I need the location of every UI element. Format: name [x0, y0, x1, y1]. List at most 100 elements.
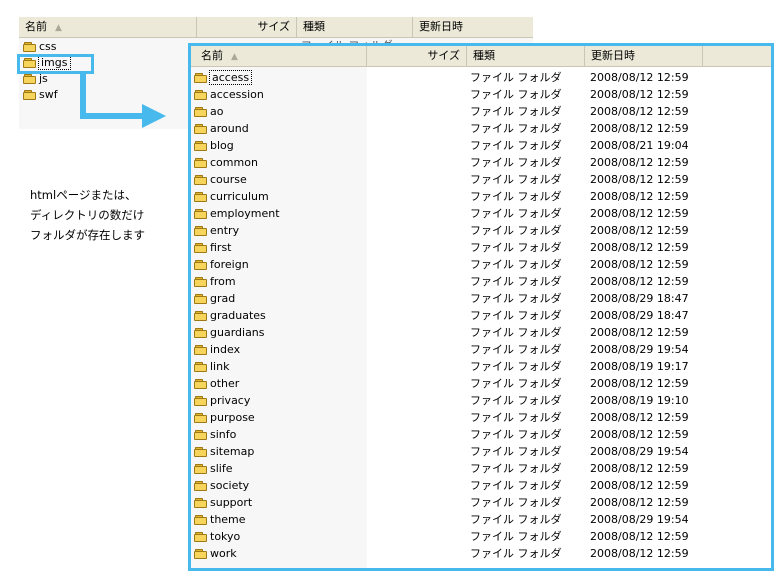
front-col-type[interactable]: 種類: [467, 46, 585, 66]
folder-date-cell: 2008/08/12 12:59: [590, 462, 689, 475]
table-row[interactable]: slife ファイル フォルダ 2008/08/12 12:59: [191, 460, 771, 477]
folder-name: entry: [210, 224, 240, 237]
folder-name: index: [210, 343, 241, 356]
folder-name: accession: [210, 88, 264, 101]
table-row[interactable]: blog ファイル フォルダ 2008/08/21 19:04: [191, 137, 771, 154]
folder-name-cell: link: [194, 358, 229, 375]
folder-name-cell: ao: [194, 103, 223, 120]
folder-date-cell: 2008/08/12 12:59: [590, 122, 689, 135]
table-row[interactable]: first ファイル フォルダ 2008/08/12 12:59: [191, 239, 771, 256]
folder-name: foreign: [210, 258, 249, 271]
folder-name-cell: society: [194, 477, 249, 494]
table-row[interactable]: link ファイル フォルダ 2008/08/19 19:17: [191, 358, 771, 375]
folder-type-cell: ファイル フォルダ: [470, 394, 562, 407]
folder-type-cell: ファイル フォルダ: [470, 309, 562, 322]
folder-type-cell: ファイル フォルダ: [470, 513, 562, 526]
folder-date-cell: 2008/08/12 12:59: [590, 207, 689, 220]
front-col-date[interactable]: 更新日時: [585, 46, 703, 66]
folder-name-cell: support: [194, 494, 252, 511]
table-row[interactable]: purpose ファイル フォルダ 2008/08/12 12:59: [191, 409, 771, 426]
folder-type-cell: ファイル フォルダ: [470, 190, 562, 203]
folder-type-cell: ファイル フォルダ: [470, 88, 562, 101]
back-col-date[interactable]: 更新日時: [413, 17, 533, 37]
folder-name-cell: slife: [194, 460, 232, 477]
table-row[interactable]: access ファイル フォルダ 2008/08/12 12:59: [191, 69, 771, 86]
folder-date-cell: 2008/08/29 19:54: [590, 513, 689, 526]
folder-name-cell: theme: [194, 511, 246, 528]
table-row[interactable]: theme ファイル フォルダ 2008/08/29 19:54: [191, 511, 771, 528]
folder-name-cell: accession: [194, 86, 264, 103]
table-row[interactable]: grad ファイル フォルダ 2008/08/29 18:47: [191, 290, 771, 307]
table-row[interactable]: employment ファイル フォルダ 2008/08/12 12:59: [191, 205, 771, 222]
table-row[interactable]: around ファイル フォルダ 2008/08/12 12:59: [191, 120, 771, 137]
folder-date-cell: 2008/08/12 12:59: [590, 224, 689, 237]
table-row[interactable]: entry ファイル フォルダ 2008/08/12 12:59: [191, 222, 771, 239]
list-item[interactable]: swf: [23, 87, 58, 103]
sort-ascending-icon: ▲: [231, 52, 238, 62]
folder-type-cell: ファイル フォルダ: [470, 428, 562, 441]
table-row[interactable]: course ファイル フォルダ 2008/08/12 12:59: [191, 171, 771, 188]
table-row[interactable]: curriculum ファイル フォルダ 2008/08/12 12:59: [191, 188, 771, 205]
folder-type-cell: ファイル フォルダ: [470, 547, 562, 560]
table-row[interactable]: graduates ファイル フォルダ 2008/08/29 18:47: [191, 307, 771, 324]
table-row[interactable]: society ファイル フォルダ 2008/08/12 12:59: [191, 477, 771, 494]
folder-name: access: [208, 70, 253, 85]
table-row[interactable]: accession ファイル フォルダ 2008/08/12 12:59: [191, 86, 771, 103]
folder-name: grad: [210, 292, 236, 305]
folder-type-cell: ファイル フォルダ: [470, 105, 562, 118]
folder-date-cell: 2008/08/12 12:59: [590, 326, 689, 339]
folder-type-cell: ファイル フォルダ: [470, 71, 562, 84]
sort-ascending-icon: ▲: [55, 23, 62, 33]
folder-name-cell: foreign: [194, 256, 249, 273]
folder-icon: [194, 175, 208, 185]
folder-icon: [194, 141, 208, 151]
table-row[interactable]: support ファイル フォルダ 2008/08/12 12:59: [191, 494, 771, 511]
folder-icon: [23, 74, 37, 84]
folder-type-cell: ファイル フォルダ: [470, 496, 562, 509]
folder-icon: [23, 42, 37, 52]
list-item[interactable]: css: [23, 39, 57, 55]
table-row[interactable]: work ファイル フォルダ 2008/08/12 12:59: [191, 545, 771, 562]
front-col-name[interactable]: 名前 ▲: [191, 46, 367, 66]
table-row[interactable]: sinfo ファイル フォルダ 2008/08/12 12:59: [191, 426, 771, 443]
table-row[interactable]: from ファイル フォルダ 2008/08/12 12:59: [191, 273, 771, 290]
folder-type-cell: ファイル フォルダ: [470, 360, 562, 373]
imgs-folder-list: 名前 ▲ サイズ 種類 更新日時 access ファイル フォルダ 2008/08/1…: [188, 43, 774, 571]
folder-type-cell: ファイル フォルダ: [470, 445, 562, 458]
table-row[interactable]: common ファイル フォルダ 2008/08/12 12:59: [191, 154, 771, 171]
folder-icon: [194, 294, 208, 304]
front-col-size[interactable]: サイズ: [367, 46, 467, 66]
folder-name: slife: [210, 462, 233, 475]
table-row[interactable]: index ファイル フォルダ 2008/08/29 19:54: [191, 341, 771, 358]
folder-name-cell: blog: [194, 137, 234, 154]
folder-date-cell: 2008/08/19 19:17: [590, 360, 689, 373]
folder-name: society: [210, 479, 250, 492]
back-col-name[interactable]: 名前 ▲: [19, 17, 197, 37]
folder-type-cell: ファイル フォルダ: [470, 326, 562, 339]
table-row[interactable]: other ファイル フォルダ 2008/08/12 12:59: [191, 375, 771, 392]
imgs-highlight-box: [17, 54, 94, 74]
folder-icon: [194, 192, 208, 202]
folder-name: graduates: [210, 309, 266, 322]
folder-type-cell: ファイル フォルダ: [470, 139, 562, 152]
folder-name-cell: other: [194, 375, 239, 392]
folder-type-cell: ファイル フォルダ: [470, 411, 562, 424]
back-col-type[interactable]: 種類: [297, 17, 413, 37]
table-row[interactable]: guardians ファイル フォルダ 2008/08/12 12:59: [191, 324, 771, 341]
folder-icon: [194, 515, 208, 525]
folder-icon: [194, 209, 208, 219]
folder-date-cell: 2008/08/12 12:59: [590, 275, 689, 288]
table-row[interactable]: ao ファイル フォルダ 2008/08/12 12:59: [191, 103, 771, 120]
folder-type-cell: ファイル フォルダ: [470, 462, 562, 475]
folder-icon: [194, 549, 208, 559]
folder-date-cell: 2008/08/29 18:47: [590, 309, 689, 322]
table-row[interactable]: foreign ファイル フォルダ 2008/08/12 12:59: [191, 256, 771, 273]
table-row[interactable]: tokyo ファイル フォルダ 2008/08/12 12:59: [191, 528, 771, 545]
folder-name: tokyo: [210, 530, 241, 543]
table-row[interactable]: sitemap ファイル フォルダ 2008/08/29 19:54: [191, 443, 771, 460]
folder-date-cell: 2008/08/29 19:54: [590, 445, 689, 458]
folder-date-cell: 2008/08/12 12:59: [590, 173, 689, 186]
back-col-size[interactable]: サイズ: [197, 17, 297, 37]
table-row[interactable]: privacy ファイル フォルダ 2008/08/19 19:10: [191, 392, 771, 409]
folder-icon: [194, 430, 208, 440]
